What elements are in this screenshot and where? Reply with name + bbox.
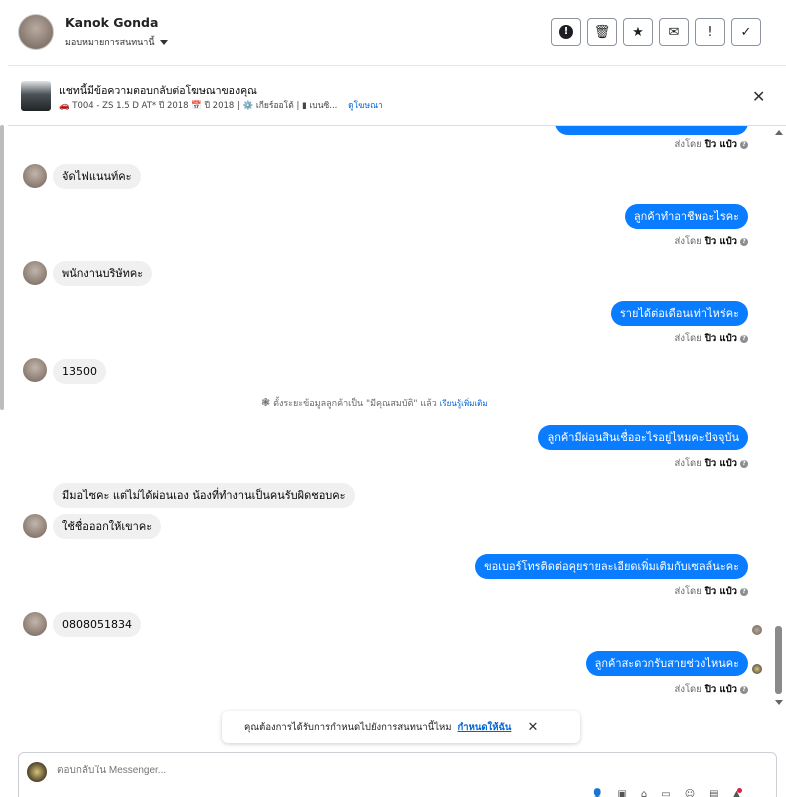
scrollbar-thumb[interactable] bbox=[775, 626, 782, 694]
spam-button[interactable]: ! bbox=[551, 18, 581, 46]
exclamation-icon: ! bbox=[707, 24, 713, 40]
info-icon: ? bbox=[740, 685, 748, 694]
follow-up-button[interactable]: ! bbox=[695, 18, 725, 46]
info-icon: ? bbox=[740, 140, 748, 149]
sent-by-label: ส่งโดย ปิว แป๋ว? bbox=[675, 331, 748, 346]
left-scrollbar[interactable] bbox=[0, 125, 4, 410]
ad-banner-title: แชทนี้มีข้อความตอบกลับต่อโฆษณาของคุณ bbox=[59, 85, 257, 97]
assign-prompt: คุณต้องการได้รับการกำหนดไปยังการสนทนานี้… bbox=[222, 711, 580, 743]
close-icon[interactable]: ✕ bbox=[752, 87, 765, 106]
customer-avatar bbox=[23, 514, 47, 538]
check-icon: ✓ bbox=[740, 24, 752, 40]
learn-more-link[interactable]: เรียนรู้เพิ่มเติม bbox=[440, 399, 488, 408]
sent-by-label: ส่งโดย ปิว แป๋ว? bbox=[675, 456, 748, 471]
info-icon: ? bbox=[740, 459, 748, 468]
incoming-message[interactable]: 13500 bbox=[53, 359, 106, 384]
shop-icon[interactable]: ▤ bbox=[709, 789, 718, 797]
scroll-down-arrow-icon[interactable] bbox=[775, 700, 783, 705]
assign-to-me-link[interactable]: กำหนดให้ฉัน bbox=[458, 720, 512, 735]
gift-icon[interactable]: ▣ bbox=[617, 789, 626, 797]
assign-dropdown[interactable]: มอบหมายการสนทนานี้ bbox=[65, 35, 168, 49]
assign-label: มอบหมายการสนทนานี้ bbox=[65, 38, 155, 48]
emoji-icon[interactable]: ☺ bbox=[685, 789, 695, 797]
info-icon: ? bbox=[740, 334, 748, 343]
sparkle-icon: ❃ bbox=[261, 396, 271, 409]
reply-composer: 👤 ▣ ⌂ ▭ ☺ ▤ ▲ bbox=[18, 752, 777, 797]
messenger-inbox: Kanok Gonda มอบหมายการสนทนานี้ ! 🗑 ★ ✉ !… bbox=[0, 0, 786, 797]
thread-scrollbar[interactable] bbox=[774, 126, 783, 711]
star-icon: ★ bbox=[632, 24, 644, 40]
done-button[interactable]: ✓ bbox=[731, 18, 761, 46]
spam-icon: ! bbox=[559, 25, 573, 39]
gif-icon[interactable]: ▭ bbox=[661, 789, 670, 797]
trash-icon: 🗑 bbox=[593, 24, 611, 40]
read-receipt-avatar bbox=[752, 625, 762, 635]
view-ad-link[interactable]: ดูโฆษณา bbox=[348, 101, 383, 111]
outgoing-message[interactable]: รายได้ต่อเดือนเท่าไหร่คะ bbox=[610, 301, 748, 326]
seen-avatar bbox=[752, 664, 762, 674]
sent-by-label: ส่งโดย ปิว แป๋ว? bbox=[675, 584, 748, 599]
ad-details-text: 🚗 T004 - ZS 1.5 D AT* ปี 2018 📅 ปี 2018 … bbox=[59, 101, 338, 111]
close-icon[interactable]: ✕ bbox=[527, 720, 538, 735]
caret-down-icon bbox=[159, 39, 168, 45]
incoming-message[interactable]: ใช้ชื่อออกให้เขาคะ bbox=[53, 514, 162, 539]
message-thread[interactable]: ส่งโดย ปิว แป๋ว? จัดไฟแนนท์คะ ลูกค้าทำอา… bbox=[8, 126, 772, 716]
customer-avatar bbox=[23, 261, 47, 285]
customer-avatar bbox=[23, 358, 47, 382]
ad-reply-banner: แชทนี้มีข้อความตอบกลับต่อโฆษณาของคุณ 🚗 T… bbox=[8, 67, 786, 126]
ad-thumbnail bbox=[21, 81, 51, 111]
incoming-message[interactable]: 0808051834 bbox=[53, 612, 141, 637]
outgoing-message[interactable] bbox=[555, 126, 748, 135]
notification-dot bbox=[737, 788, 742, 793]
system-notice: ❃ ตั้งระยะข้อมูลลูกค้าเป็น "มีคุณสมบัติ"… bbox=[261, 396, 488, 409]
outgoing-message[interactable]: ลูกค้าทำอาชีพอะไรคะ bbox=[624, 204, 748, 229]
header-actions: ! 🗑 ★ ✉ ! ✓ bbox=[551, 18, 761, 46]
sent-by-label: ส่งโดย ปิว แป๋ว? bbox=[675, 234, 748, 249]
envelope-button[interactable]: ✉ bbox=[659, 18, 689, 46]
ad-details: 🚗 T004 - ZS 1.5 D AT* ปี 2018 📅 ปี 2018 … bbox=[59, 98, 383, 112]
info-icon: ? bbox=[740, 587, 748, 596]
star-button[interactable]: ★ bbox=[623, 18, 653, 46]
scroll-up-arrow-icon[interactable] bbox=[775, 130, 783, 135]
incoming-message[interactable]: พนักงานบริษัทคะ bbox=[53, 261, 153, 286]
contact-avatar[interactable] bbox=[18, 14, 54, 50]
assign-prompt-text: คุณต้องการได้รับการกำหนดไปยังการสนทนานี้… bbox=[244, 721, 452, 733]
composer-tools: 👤 ▣ ⌂ ▭ ☺ ▤ ▲ bbox=[591, 789, 740, 797]
customer-avatar bbox=[23, 612, 47, 636]
outgoing-message[interactable]: ลูกค้ามีผ่อนสินเชื่ออะไรอยู่ไหมคะปัจจุบั… bbox=[538, 425, 748, 450]
page-avatar bbox=[27, 762, 47, 782]
reply-input[interactable] bbox=[57, 765, 617, 776]
attach-icon[interactable]: ⌂ bbox=[641, 789, 647, 797]
incoming-message[interactable]: จัดไฟแนนท์คะ bbox=[53, 164, 141, 189]
contact-name[interactable]: Kanok Gonda bbox=[65, 15, 158, 30]
add-person-icon[interactable]: 👤 bbox=[591, 789, 603, 797]
trash-button[interactable]: 🗑 bbox=[587, 18, 617, 46]
customer-avatar bbox=[23, 164, 47, 188]
conversation-header: Kanok Gonda มอบหมายการสนทนานี้ ! 🗑 ★ ✉ !… bbox=[8, 0, 786, 66]
envelope-icon: ✉ bbox=[668, 24, 680, 40]
outgoing-message[interactable]: ขอเบอร์โทรติดต่อคุยรายละเอียดเพิ่มเติมกั… bbox=[475, 554, 748, 579]
sent-by-label: ส่งโดย ปิว แป๋ว? bbox=[675, 137, 748, 152]
outgoing-message[interactable]: ลูกค้าสะดวกรับสายช่วงไหนคะ bbox=[585, 651, 748, 676]
info-icon: ? bbox=[740, 237, 748, 246]
sent-by-label: ส่งโดย ปิว แป๋ว? bbox=[675, 682, 748, 697]
incoming-message[interactable]: มีมอไซคะ แต่ไม่ได้ผ่อนเอง น้องที่ทำงานเป… bbox=[53, 483, 355, 508]
